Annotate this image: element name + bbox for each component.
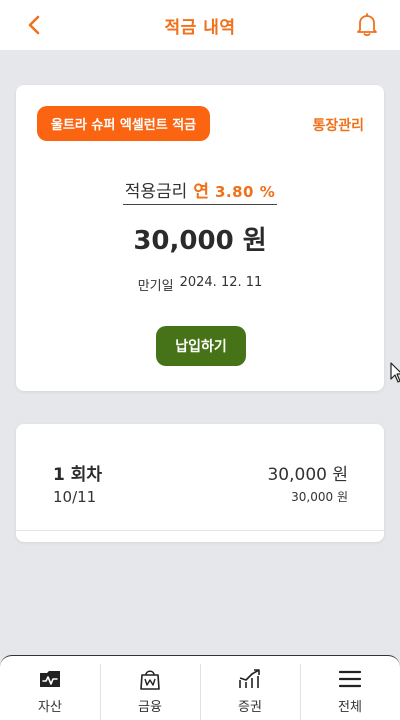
nav-label-assets: 자산	[38, 700, 62, 715]
savings-product-card: 울트라 슈퍼 엑셀런트 적금 통장관리 적용금리 연 3.80 % 30,000…	[16, 85, 384, 391]
installment-date: 10/11	[53, 488, 97, 506]
mouse-cursor-icon	[390, 362, 400, 383]
nav-item-finance[interactable]: 금융	[100, 656, 200, 720]
back-button[interactable]	[22, 13, 46, 37]
account-manage-link[interactable]: 통장관리	[312, 115, 364, 135]
installment-sub-amount: 30,000 원	[291, 490, 348, 504]
nav-item-assets[interactable]: 자산	[0, 656, 100, 720]
installment-amount: 30,000 원	[267, 465, 348, 485]
product-name-badge: 울트라 슈퍼 엑셀런트 적금	[37, 106, 211, 141]
bottom-navigation: 자산 금융 증권 전체	[0, 655, 400, 720]
maturity-date: 2024. 12. 11	[179, 275, 263, 290]
menu-icon	[339, 670, 361, 688]
nav-label-securities: 증권	[238, 700, 262, 715]
bell-icon	[357, 13, 377, 37]
interest-rate: 적용금리 연 3.80 %	[16, 177, 384, 205]
chevron-left-icon	[28, 15, 40, 35]
shopping-bag-icon	[140, 670, 160, 690]
interest-rate-label: 적용금리	[124, 182, 188, 202]
nav-label-all: 전체	[338, 700, 362, 715]
nav-item-all[interactable]: 전체	[300, 656, 400, 720]
savings-amount: 30,000 원	[133, 226, 267, 256]
interest-rate-prefix: 연	[193, 182, 209, 202]
trend-chart-icon	[239, 669, 260, 688]
interest-rate-line: 적용금리 연 3.80 %	[122, 177, 278, 205]
page-title: 적금 내역	[164, 17, 236, 38]
wallet-icon	[40, 671, 60, 687]
installment-title: 1 회차	[53, 465, 103, 485]
app-header: 적금 내역	[0, 0, 400, 50]
pay-button[interactable]: 납입하기	[156, 326, 246, 366]
notification-button[interactable]	[354, 12, 380, 38]
nav-label-finance: 금융	[138, 700, 162, 715]
nav-item-securities[interactable]: 증권	[200, 656, 300, 720]
interest-rate-value: 3.80 %	[214, 183, 276, 201]
payment-history-card: 1 회차 10/11 30,000 원 30,000 원	[16, 424, 384, 542]
row-divider	[16, 530, 384, 531]
maturity-label: 만기일	[137, 279, 174, 294]
maturity-info: 만기일 2024. 12. 11	[16, 275, 384, 294]
